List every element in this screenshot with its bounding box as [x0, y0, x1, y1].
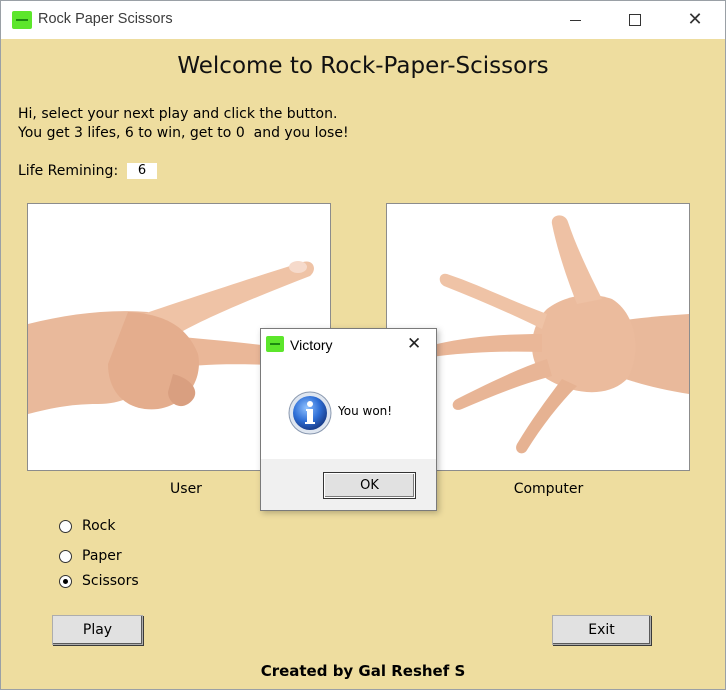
window-title: Rock Paper Scissors — [38, 11, 173, 27]
minimize-button[interactable] — [545, 1, 605, 39]
radio-paper-circle[interactable] — [59, 549, 72, 563]
maximize-icon — [629, 14, 641, 26]
dialog-close-button[interactable]: ✕ — [407, 334, 421, 354]
dialog-title: Victory — [290, 337, 333, 353]
life-value: 6 — [127, 163, 157, 179]
close-icon: ✕ — [687, 9, 703, 30]
instruction-line-1: Hi, select your next play and click the … — [18, 106, 338, 122]
maximize-button[interactable] — [605, 1, 665, 39]
radio-paper[interactable]: Paper — [59, 548, 122, 564]
exit-button[interactable]: Exit — [552, 615, 651, 645]
minimize-icon — [569, 19, 581, 21]
ok-button[interactable]: OK — [323, 472, 416, 499]
radio-rock-label: Rock — [82, 518, 116, 534]
app-icon — [12, 11, 32, 29]
life-label: Life Remining: — [18, 163, 119, 179]
radio-scissors-circle[interactable] — [59, 574, 72, 588]
radio-scissors-label: Scissors — [82, 573, 139, 589]
radio-paper-label: Paper — [82, 548, 122, 564]
instruction-line-2: You get 3 lifes, 6 to win, get to 0 and … — [18, 125, 349, 141]
dialog-footer: OK — [261, 459, 436, 510]
radio-rock-circle[interactable] — [59, 519, 72, 533]
dialog-app-icon — [266, 336, 284, 352]
close-button[interactable]: ✕ — [665, 1, 725, 39]
credit-text: Created by Gal Reshef S — [260, 662, 466, 680]
radio-rock[interactable]: Rock — [59, 518, 115, 534]
title-bar[interactable]: Rock Paper Scissors ✕ — [1, 1, 725, 39]
victory-dialog: Victory ✕ You won! OK — [260, 328, 437, 511]
play-button[interactable]: Play — [52, 615, 143, 645]
dialog-message: You won! — [338, 404, 393, 418]
app-window: Rock Paper Scissors ✕ Welcome to Rock-Pa… — [0, 0, 726, 690]
page-title: Welcome to Rock-Paper-Scissors — [177, 53, 549, 79]
info-icon — [288, 391, 332, 435]
radio-scissors[interactable]: Scissors — [59, 573, 139, 589]
